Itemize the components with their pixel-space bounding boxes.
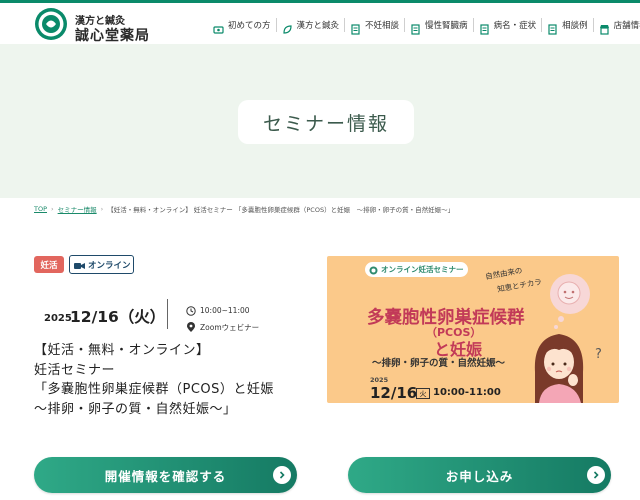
circle-emblem-icon[interactable] (34, 7, 68, 41)
chevron-right-icon: › (100, 205, 104, 213)
view-event-info-button[interactable]: 開催情報を確認する (34, 457, 297, 493)
banner-year: 2025 (370, 376, 389, 384)
event-title-line: ～排卵・卵子の質・自然妊娠～」 (34, 401, 237, 417)
nav-item-cases[interactable]: 相談例 (541, 18, 593, 35)
nav-item-kidney[interactable]: 慢性腎臓病 (404, 18, 473, 35)
format-tag-label: オンライン (88, 260, 131, 271)
nav-label: 相談例 (562, 21, 588, 31)
document-icon (479, 20, 490, 35)
document-icon (350, 20, 361, 35)
woman-illustration-icon: ? (534, 274, 602, 403)
arrow-right-icon (273, 466, 291, 484)
date-divider (167, 299, 168, 329)
nav-item-stores[interactable]: 店舗情報 (592, 18, 640, 35)
format-tag: オンライン (69, 255, 134, 274)
banner-day: 火 (416, 388, 430, 399)
nav-item-kampo[interactable]: 漢方と鍼灸 (275, 18, 345, 34)
nav-label: 病名・症状 (493, 21, 537, 31)
breadcrumb-seminar-link[interactable]: セミナー情報 (58, 204, 97, 214)
apply-button[interactable]: お申し込み (348, 457, 611, 493)
svg-text:?: ? (595, 347, 602, 362)
nav-label: 漢方と鍼灸 (296, 21, 340, 31)
emblem-icon (369, 260, 378, 279)
event-place: Zoomウェビナー (200, 323, 260, 332)
nav-label: 店舗情報 (613, 21, 640, 31)
breadcrumb-current: 【妊活・無料・オンライン】 妊活セミナー 「多嚢胞性卵巣症候群（PCOS）と妊娠… (107, 206, 455, 214)
nav-item-beginners[interactable]: 初めての方 (208, 18, 276, 34)
banner-date: 12/16 (370, 384, 418, 402)
store-icon (599, 20, 610, 35)
video-camera-icon (74, 255, 85, 274)
event-year: 2025 (44, 313, 72, 324)
nav-label: 慢性腎臓病 (425, 21, 468, 31)
nav-label: 不妊相談 (365, 21, 400, 31)
event-title-line: 「多嚢胞性卵巣症候群（PCOS）と妊娠 (34, 382, 274, 397)
seminar-banner-image: オンライン妊活セミナー 自然由来の 知恵とチカラ 多嚢胞性卵巣症候群 （PCOS… (327, 256, 619, 403)
nav-item-symptoms[interactable]: 病名・症状 (472, 18, 542, 35)
main-nav: 初めての方 漢方と鍼灸 不妊相談 慢性腎臓病 病名・症状 相談例 店舗情 (208, 16, 640, 35)
map-pin-icon (186, 318, 196, 337)
breadcrumb-top-link[interactable]: TOP (34, 205, 47, 213)
document-icon (410, 20, 421, 35)
nav-label: 初めての方 (228, 21, 271, 31)
event-place-row: Zoomウェビナー (186, 318, 259, 337)
view-event-info-label: 開催情報を確認する (104, 468, 227, 484)
event-date: 12/16（火） (70, 308, 166, 326)
category-tag: 妊活 (34, 256, 64, 273)
leaf-icon (282, 20, 293, 34)
nav-item-fertility[interactable]: 不妊相談 (344, 18, 404, 35)
event-time: 10:00~11:00 (200, 306, 250, 315)
breadcrumb: TOP › セミナー情報 › 【妊活・無料・オンライン】 妊活セミナー 「多嚢胞… (34, 204, 454, 214)
welcome-icon (213, 20, 224, 34)
site-header: 漢方と鍼灸 誠心堂薬局 初めての方 漢方と鍼灸 不妊相談 慢性腎臓病 病名・症状… (0, 3, 640, 44)
hero-section: セミナー情報 (0, 44, 640, 198)
apply-label: お申し込み (445, 468, 514, 484)
arrow-right-icon (587, 466, 605, 484)
banner-pill: オンライン妊活セミナー (365, 262, 468, 277)
event-title-line: 【妊活・無料・オンライン】 (34, 343, 210, 358)
chevron-right-icon: › (51, 205, 54, 213)
document-icon (547, 20, 558, 35)
brand-name[interactable]: 誠心堂薬局 (75, 25, 150, 45)
hero-title-box: セミナー情報 (238, 100, 414, 144)
event-title-line: 妊活セミナー (34, 362, 116, 378)
banner-pill-text: オンライン妊活セミナー (381, 265, 464, 274)
banner-subtitle: ～排卵・卵子の質・自然妊娠～ (372, 358, 506, 369)
banner-time: 10:00-11:00 (433, 387, 501, 398)
event-title: 【妊活・無料・オンライン】 妊活セミナー 「多嚢胞性卵巣症候群（PCOS）と妊娠… (34, 341, 319, 419)
page-title: セミナー情報 (262, 112, 389, 135)
